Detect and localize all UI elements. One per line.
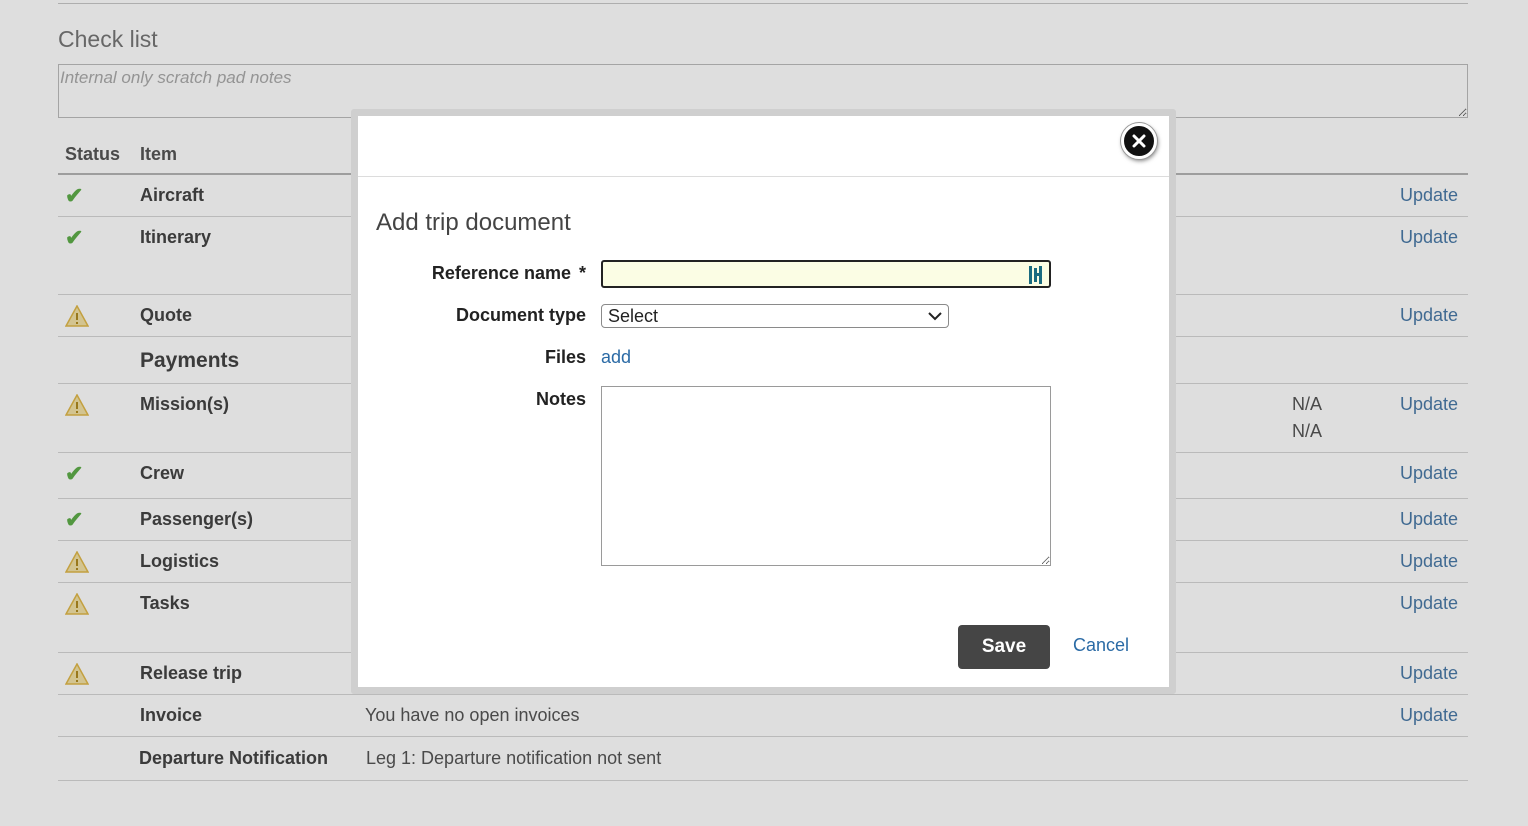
- document-type-select[interactable]: Select: [601, 304, 949, 328]
- document-type-value: Select: [608, 305, 659, 326]
- dialog-title: Add trip document: [376, 209, 571, 236]
- notes-textarea[interactable]: [601, 386, 1051, 566]
- notes-label: Notes: [535, 389, 586, 409]
- close-icon: [1132, 134, 1146, 148]
- reference-name-label-text: Reference name: [431, 263, 571, 283]
- password-manager-icon[interactable]: [1029, 266, 1045, 284]
- reference-name-input[interactable]: [601, 260, 1051, 288]
- add-trip-document-dialog: Add trip document Reference name * Docume…: [351, 109, 1176, 694]
- files-add-link[interactable]: add: [601, 347, 631, 368]
- save-button[interactable]: Save: [958, 625, 1050, 669]
- required-marker: *: [578, 263, 586, 283]
- dialog-body: Add trip document Reference name * Docume…: [358, 116, 1169, 687]
- cancel-link[interactable]: Cancel: [1073, 635, 1129, 656]
- document-type-label: Document type: [455, 305, 586, 325]
- close-button[interactable]: [1121, 123, 1157, 159]
- chevron-down-icon: [928, 312, 942, 321]
- dialog-header: [358, 116, 1169, 177]
- files-label: Files: [544, 347, 586, 367]
- reference-name-label: Reference name *: [432, 263, 586, 284]
